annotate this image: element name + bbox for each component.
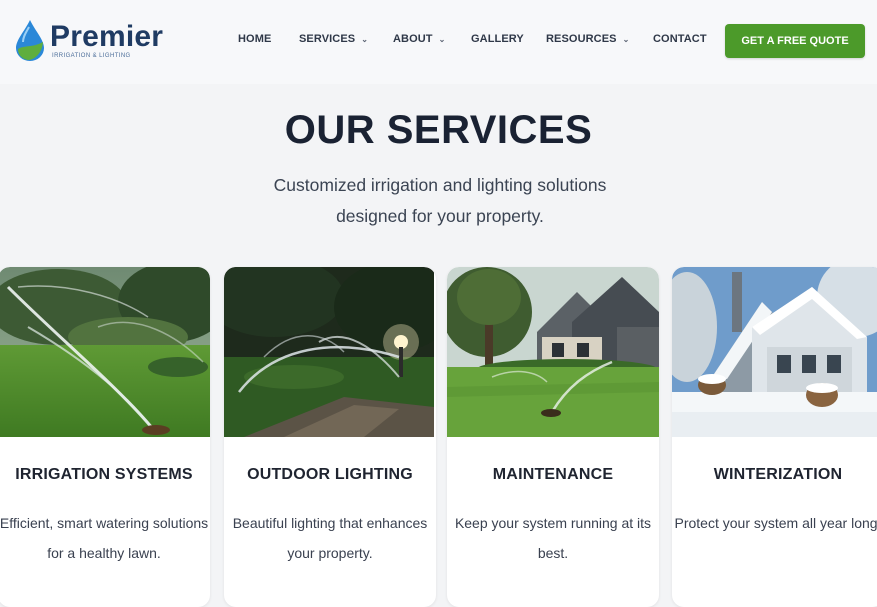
nav-item-home[interactable]: HOME bbox=[238, 33, 271, 45]
nav-item-resources[interactable]: RESOURCES ⌄ bbox=[546, 33, 629, 45]
service-card-title: MAINTENANCE bbox=[492, 466, 614, 483]
house-lawn-photo bbox=[447, 267, 659, 437]
nav-item-label: RESOURCES bbox=[546, 33, 617, 45]
service-card-title: OUTDOOR LIGHTING bbox=[247, 466, 413, 483]
nav-item-services[interactable]: SERVICES ⌄ bbox=[299, 33, 368, 45]
nav-item-gallery[interactable]: GALLERY bbox=[471, 33, 524, 45]
nav-item-label: GALLERY bbox=[471, 33, 524, 45]
snow-house-photo bbox=[672, 267, 877, 437]
service-card-title: WINTERIZATION bbox=[713, 466, 843, 483]
service-card-description: Protect your system all year long. bbox=[674, 515, 877, 531]
service-card-lighting[interactable]: OUTDOOR LIGHTING Beautiful lighting that… bbox=[224, 267, 436, 607]
service-card-title: IRRIGATION SYSTEMS bbox=[15, 466, 193, 483]
chevron-down-icon: ⌄ bbox=[361, 34, 369, 44]
chevron-down-icon: ⌄ bbox=[622, 34, 630, 44]
service-card-irrigation[interactable]: IRRIGATION SYSTEMS Efficient, smart wate… bbox=[0, 267, 210, 607]
page-title: OUR SERVICES bbox=[284, 108, 593, 152]
section-subtitle: Customized irrigation and lighting solut… bbox=[273, 175, 607, 226]
nav-item-contact[interactable]: CONTACT bbox=[653, 33, 707, 45]
service-card-description: Keep your system running at its best. bbox=[454, 515, 652, 561]
nav-item-label: SERVICES bbox=[299, 33, 356, 45]
service-card-description: Efficient, smart watering solutions for … bbox=[0, 515, 209, 561]
chevron-down-icon: ⌄ bbox=[438, 34, 446, 44]
service-card-maintenance[interactable]: MAINTENANCE Keep your system running at … bbox=[447, 267, 659, 607]
sprinkler-lawn-photo bbox=[0, 267, 210, 437]
nav-item-label: ABOUT bbox=[393, 33, 433, 45]
brand-tagline: Irrigation & Lighting bbox=[52, 52, 131, 59]
nav-item-label: CONTACT bbox=[653, 33, 707, 45]
site-header: Premier Irrigation & Lighting HOME SERVI… bbox=[0, 0, 877, 84]
service-card-winterization[interactable]: WINTERIZATION Protect your system all ye… bbox=[672, 267, 877, 607]
nav-item-about[interactable]: ABOUT ⌄ bbox=[393, 33, 445, 45]
service-card-description: Beautiful lighting that enhances your pr… bbox=[232, 515, 428, 561]
night-lighting-photo bbox=[224, 267, 436, 437]
get-quote-button[interactable]: GET A FREE QUOTE bbox=[725, 24, 865, 58]
nav-item-label: HOME bbox=[238, 33, 272, 45]
